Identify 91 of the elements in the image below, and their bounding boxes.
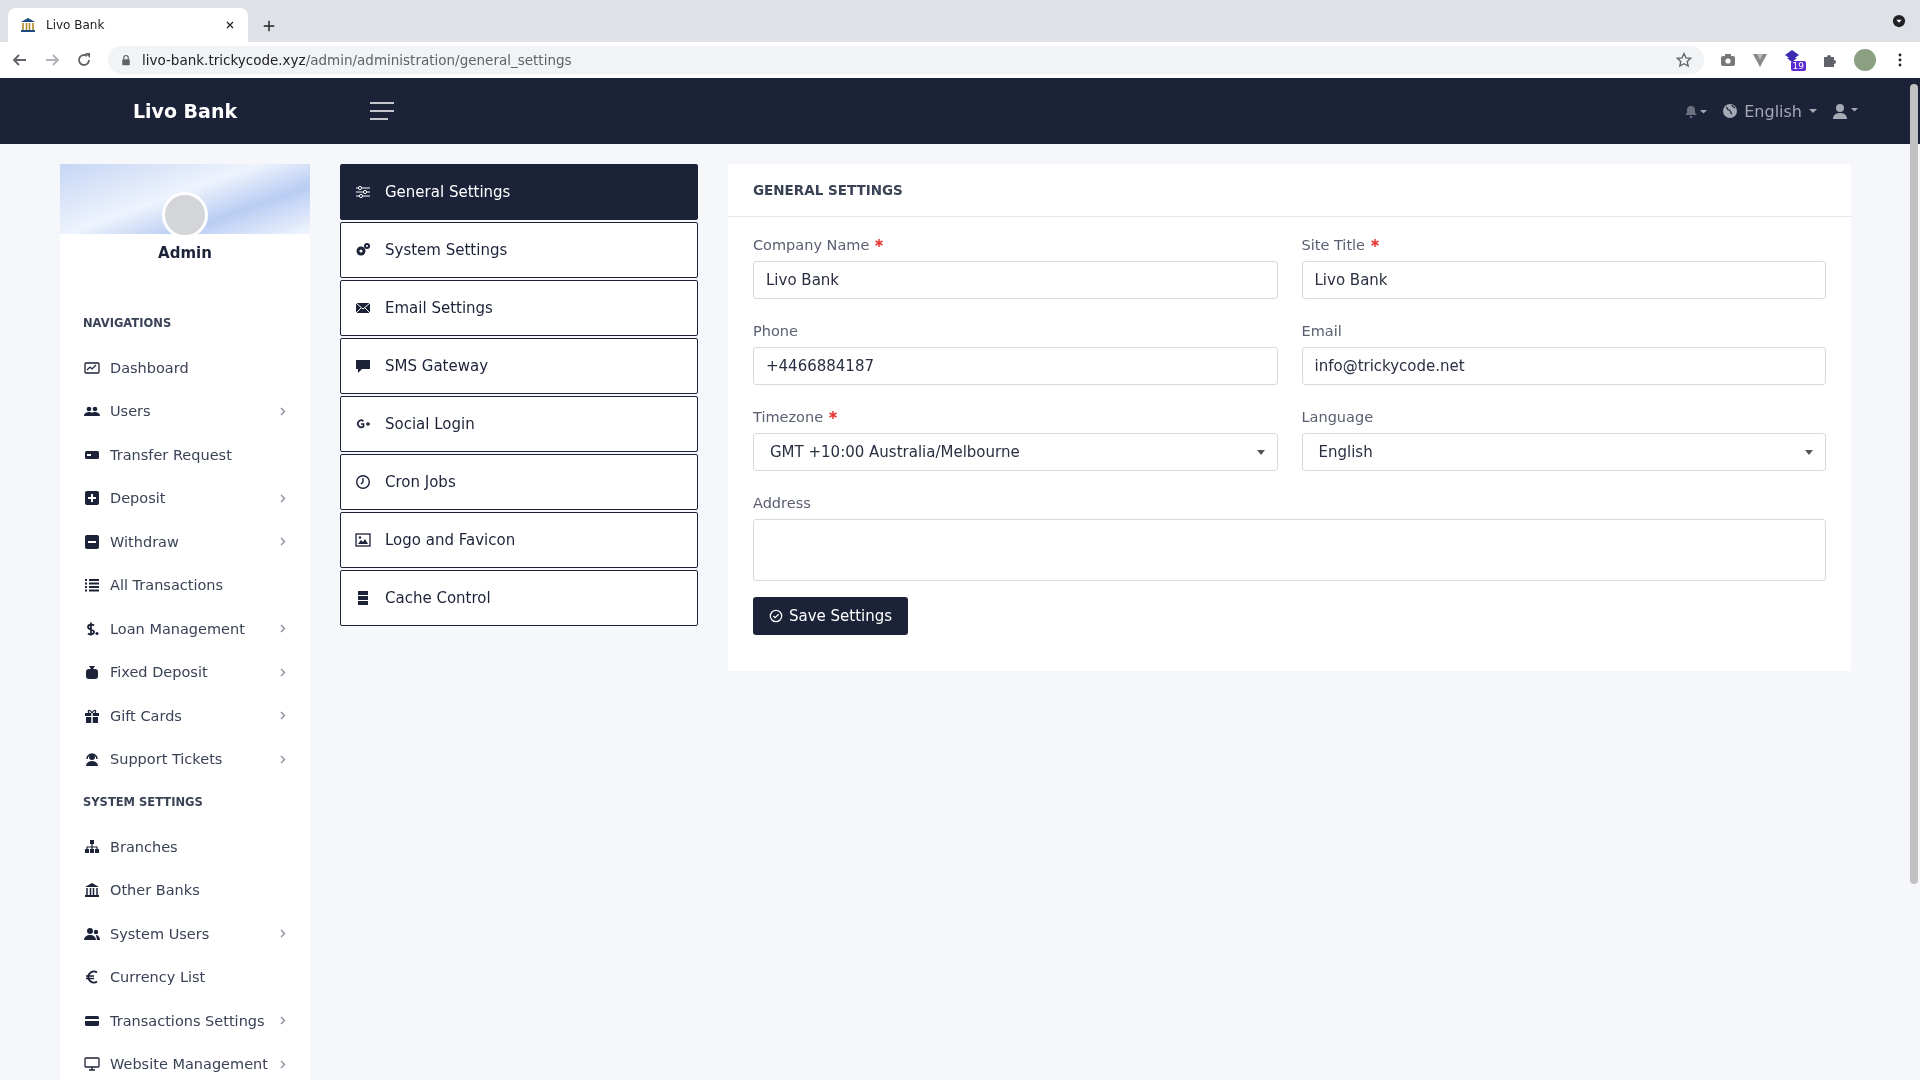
hierarchy-icon bbox=[84, 838, 100, 855]
notifications-icon[interactable] bbox=[1682, 104, 1709, 118]
nav-item[interactable]: Dashboard bbox=[60, 346, 310, 390]
profile-avatar[interactable] bbox=[1854, 49, 1876, 71]
user-group-icon bbox=[84, 925, 100, 942]
select-field[interactable]: GMT +10:00 Australia/Melbourne bbox=[753, 433, 1278, 471]
nav-item[interactable]: Fixed Deposit bbox=[60, 650, 310, 694]
lock-icon bbox=[120, 54, 132, 66]
textarea-field[interactable] bbox=[753, 519, 1826, 581]
nav-item[interactable]: Gift Cards bbox=[60, 694, 310, 738]
nav-item[interactable]: Transactions Settings bbox=[60, 999, 310, 1043]
settings-tab[interactable]: Logo and Favicon bbox=[340, 512, 698, 568]
image-icon bbox=[355, 532, 371, 548]
tab-title: Livo Bank bbox=[46, 18, 106, 32]
nav-item[interactable]: Support Tickets bbox=[60, 737, 310, 781]
plus-square-icon bbox=[84, 490, 100, 507]
nav-item[interactable]: Currency List bbox=[60, 955, 310, 999]
address-bar[interactable]: livo-bank.trickycode.xyz/admin/administration/general_settings bbox=[108, 46, 1704, 74]
camera-icon bbox=[1720, 52, 1736, 68]
back-icon bbox=[12, 52, 28, 68]
reload-icon bbox=[76, 52, 92, 68]
bank-icon bbox=[84, 882, 100, 899]
envelope-icon bbox=[355, 300, 371, 316]
settings-tab[interactable]: Email Settings bbox=[340, 280, 698, 336]
scrollbar[interactable] bbox=[1910, 84, 1918, 884]
settings-tab[interactable]: General Settings bbox=[340, 164, 698, 220]
sliders-icon bbox=[355, 184, 371, 200]
settings-tab[interactable]: Social Login bbox=[340, 396, 698, 452]
bank-icon bbox=[20, 17, 36, 33]
browser-tab[interactable]: Livo Bank bbox=[8, 8, 248, 42]
brand-name: Livo Bank bbox=[131, 100, 239, 122]
avatar-placeholder bbox=[162, 192, 208, 238]
user-name: Admin bbox=[157, 244, 213, 262]
close-icon bbox=[224, 19, 236, 31]
select-field[interactable]: English bbox=[1301, 433, 1826, 471]
input-field[interactable]: Livo Bank bbox=[753, 261, 1278, 299]
headset-icon bbox=[84, 751, 100, 768]
chat-icon bbox=[355, 358, 371, 374]
section-heading: SYSTEM SETTINGS bbox=[82, 795, 204, 809]
list-icon bbox=[84, 577, 100, 594]
nav-item[interactable]: System Users bbox=[60, 912, 310, 956]
euro-icon bbox=[84, 969, 100, 986]
caret-icon bbox=[1805, 449, 1813, 455]
nav-item[interactable]: Website Management bbox=[60, 1042, 310, 1080]
server-icon bbox=[355, 590, 371, 606]
settings-tab[interactable]: System Settings bbox=[340, 222, 698, 278]
v-icon bbox=[1752, 52, 1768, 68]
input-field[interactable]: +4466884187 bbox=[753, 347, 1278, 385]
dashboard-icon bbox=[84, 359, 100, 376]
language-dropdown[interactable]: English bbox=[1722, 101, 1818, 121]
nav-item[interactable]: Transfer Request bbox=[60, 433, 310, 477]
tab-search-icon bbox=[1892, 14, 1906, 28]
settings-tab[interactable]: SMS Gateway bbox=[340, 338, 698, 394]
new-tab-icon bbox=[262, 19, 276, 33]
monitor-icon bbox=[84, 1056, 100, 1073]
puzzle-icon bbox=[1822, 52, 1838, 68]
save-button[interactable]: Save Settings bbox=[753, 597, 909, 635]
check-circle-icon bbox=[769, 609, 783, 623]
nav-item[interactable]: Branches bbox=[60, 825, 310, 869]
nav-item[interactable]: Withdraw bbox=[60, 520, 310, 564]
input-field[interactable]: info@trickycode.net bbox=[1301, 347, 1826, 385]
field-label: Address bbox=[753, 495, 811, 511]
field-label: Phone bbox=[753, 323, 798, 339]
field-label: Company Name bbox=[753, 237, 870, 253]
gears-icon bbox=[355, 242, 371, 258]
menu-icon[interactable] bbox=[370, 102, 394, 120]
gift-icon bbox=[84, 707, 100, 724]
user-icon[interactable] bbox=[1832, 103, 1860, 119]
clock-icon bbox=[355, 474, 371, 490]
nav-item[interactable]: Users bbox=[60, 389, 310, 433]
nav-item[interactable]: Other Banks bbox=[60, 868, 310, 912]
forward-icon bbox=[44, 52, 60, 68]
minus-square-icon bbox=[84, 533, 100, 550]
settings-tab[interactable]: Cron Jobs bbox=[340, 454, 698, 510]
nav-item[interactable]: All Transactions bbox=[60, 563, 310, 607]
caret-icon bbox=[1256, 449, 1265, 455]
field-label: Language bbox=[1301, 409, 1374, 425]
nav-item[interactable]: Deposit bbox=[60, 476, 310, 520]
settings-tab[interactable]: Cache Control bbox=[340, 570, 698, 626]
field-label: Timezone bbox=[753, 409, 824, 425]
star-icon bbox=[1676, 52, 1692, 68]
section-heading: NAVIGATIONS bbox=[82, 316, 173, 330]
nav-item[interactable]: Loan Management bbox=[60, 607, 310, 651]
dollar-icon bbox=[84, 620, 100, 637]
field-label: Site Title bbox=[1301, 237, 1366, 253]
field-label: Email bbox=[1301, 323, 1342, 339]
card-title: GENERAL SETTINGS bbox=[728, 164, 1851, 217]
money-bag-icon bbox=[84, 664, 100, 681]
input-field[interactable]: Livo Bank bbox=[1301, 261, 1826, 299]
caret-icon bbox=[1808, 108, 1818, 114]
globe-icon bbox=[1722, 103, 1739, 119]
